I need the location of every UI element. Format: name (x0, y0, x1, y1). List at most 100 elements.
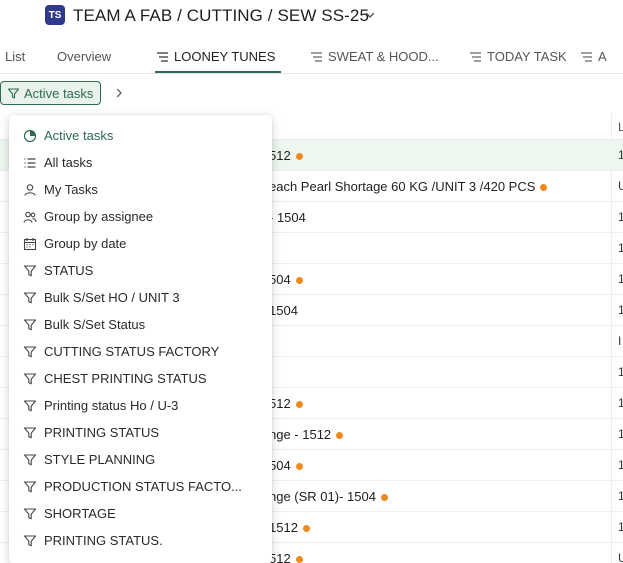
cell-value: 1 (618, 520, 623, 534)
cell-value: 1 (618, 365, 623, 379)
view-tabs: List Overview LOONEY TUNES SWEAT & HOOD.… (0, 40, 623, 74)
menu-item-label: STYLE PLANNING (44, 452, 156, 467)
filter-icon (23, 264, 37, 278)
project-title[interactable]: TEAM A FAB / CUTTING / SEW SS-25 (73, 6, 369, 26)
tab-label: LOONEY TUNES (174, 49, 276, 64)
menu-item-style-planning[interactable]: STYLE PLANNING (9, 446, 272, 473)
filter-icon (23, 345, 37, 359)
menu-item-label: My Tasks (44, 182, 98, 197)
tab-overview[interactable]: Overview (57, 40, 111, 73)
calendar-icon (23, 237, 37, 251)
user-icon (23, 183, 37, 197)
tab-a[interactable]: A (580, 40, 607, 73)
column-header[interactable]: L (618, 120, 623, 134)
filter-icon (23, 453, 37, 467)
list-view-icon (470, 51, 481, 62)
filter-icon (23, 372, 37, 386)
list-icon (23, 156, 37, 170)
menu-item-all-tasks[interactable]: All tasks (9, 149, 272, 176)
cell-value: 1 (618, 303, 623, 317)
menu-item-chest-printing-status[interactable]: CHEST PRINTING STATUS (9, 365, 272, 392)
tab-label: TODAY TASK (487, 49, 567, 64)
status-dot (295, 277, 303, 285)
filter-icon (23, 291, 37, 305)
cell-value: U (618, 179, 623, 193)
menu-item-label: Printing status Ho / U-3 (44, 398, 179, 413)
active-tasks-filter-button[interactable]: Active tasks (0, 81, 101, 105)
chevron-right-icon[interactable] (113, 87, 125, 99)
task-name[interactable]: 1504 (269, 303, 298, 318)
tab-label: SWEAT & HOOD... (328, 49, 439, 64)
status-dot (380, 494, 388, 502)
menu-item-my-tasks[interactable]: My Tasks (9, 176, 272, 203)
menu-item-label: Bulk S/Set Status (44, 317, 146, 332)
menu-item-printing-status[interactable]: PRINTING STATUS. (9, 527, 272, 554)
filter-icon (23, 426, 37, 440)
menu-item-group-by-assignee[interactable]: Group by assignee (9, 203, 272, 230)
status-dot (295, 463, 303, 471)
project-avatar[interactable]: TS (45, 5, 65, 25)
menu-item-label: CHEST PRINTING STATUS (44, 371, 207, 386)
task-name[interactable]: 512 (269, 148, 303, 163)
filter-icon (23, 507, 37, 521)
cell-value: 1 (618, 148, 623, 162)
menu-item-label: Bulk S/Set HO / UNIT 3 (44, 290, 180, 305)
list-view-icon (157, 51, 168, 62)
status-dot (295, 153, 303, 161)
menu-item-active-tasks[interactable]: Active tasks (9, 122, 272, 149)
menu-item-label: Active tasks (44, 128, 114, 143)
cell-value: 1 (618, 396, 623, 410)
cell-value: 1 (618, 458, 623, 472)
task-name[interactable]: - 1504 (269, 210, 306, 225)
cell-value: U (618, 551, 623, 563)
menu-item-bulk-s-set-status[interactable]: Bulk S/Set Status (9, 311, 272, 338)
task-name[interactable]: 504 (269, 272, 303, 287)
cell-value: 1 (618, 241, 623, 255)
tab-label: Overview (57, 49, 112, 64)
menu-item-label: PRINTING STATUS (44, 425, 160, 440)
menu-item-status[interactable]: STATUS (9, 257, 272, 284)
menu-item-printing-status-ho-u-3[interactable]: Printing status Ho / U-3 (9, 392, 272, 419)
tab-list[interactable]: List (5, 40, 25, 73)
task-name[interactable]: nge (SR 01)- 1504 (269, 489, 388, 504)
menu-item-label: CUTTING STATUS FACTORY (44, 344, 220, 359)
menu-item-label: PRODUCTION STATUS FACTO... (44, 479, 242, 494)
task-name[interactable]: 512 (269, 551, 303, 563)
task-name[interactable]: 1512 (269, 520, 310, 535)
filter-label: Active tasks (24, 85, 94, 101)
tab-today-task[interactable]: TODAY TASK (469, 40, 567, 73)
tab-sweat-hood[interactable]: SWEAT & HOOD... (310, 40, 439, 73)
menu-item-label: Group by assignee (44, 209, 154, 224)
menu-item-printing-status[interactable]: PRINTING STATUS (9, 419, 272, 446)
menu-item-label: Group by date (44, 236, 127, 251)
menu-item-bulk-s-set-ho-unit-3[interactable]: Bulk S/Set HO / UNIT 3 (9, 284, 272, 311)
status-dot (295, 556, 303, 563)
menu-item-cutting-status-factory[interactable]: CUTTING STATUS FACTORY (9, 338, 272, 365)
menu-item-production-status-facto[interactable]: PRODUCTION STATUS FACTO... (9, 473, 272, 500)
chevron-down-icon[interactable] (364, 9, 376, 21)
task-name[interactable]: each Pearl Shortage 60 KG /UNIT 3 /420 P… (269, 179, 548, 194)
task-name[interactable]: nge - 1512 (269, 427, 344, 442)
menu-item-label: All tasks (44, 155, 93, 170)
status-dot (302, 525, 310, 533)
list-view-icon (311, 51, 322, 62)
filter-icon (23, 534, 37, 548)
status-dot (540, 184, 548, 192)
list-view-icon (581, 51, 592, 62)
task-name[interactable]: 504 (269, 458, 303, 473)
tab-looney-tunes[interactable]: LOONEY TUNES (156, 40, 275, 73)
active-tab-indicator (155, 71, 281, 73)
menu-item-group-by-date[interactable]: Group by date (9, 230, 272, 257)
cell-value: 1 (618, 489, 623, 503)
tab-label: A (598, 49, 607, 64)
filter-icon (7, 87, 20, 99)
menu-item-shortage[interactable]: SHORTAGE (9, 500, 272, 527)
filter-icon (23, 318, 37, 332)
task-name[interactable]: 512 (269, 396, 303, 411)
cell-value: I (618, 334, 622, 348)
filter-icon (23, 480, 37, 494)
filter-icon (23, 399, 37, 413)
views-dropdown-menu: Active tasks All tasks My Tasks Group by as… (9, 115, 272, 563)
cell-value: 1 (618, 272, 623, 286)
pie-chart-icon (23, 129, 37, 143)
